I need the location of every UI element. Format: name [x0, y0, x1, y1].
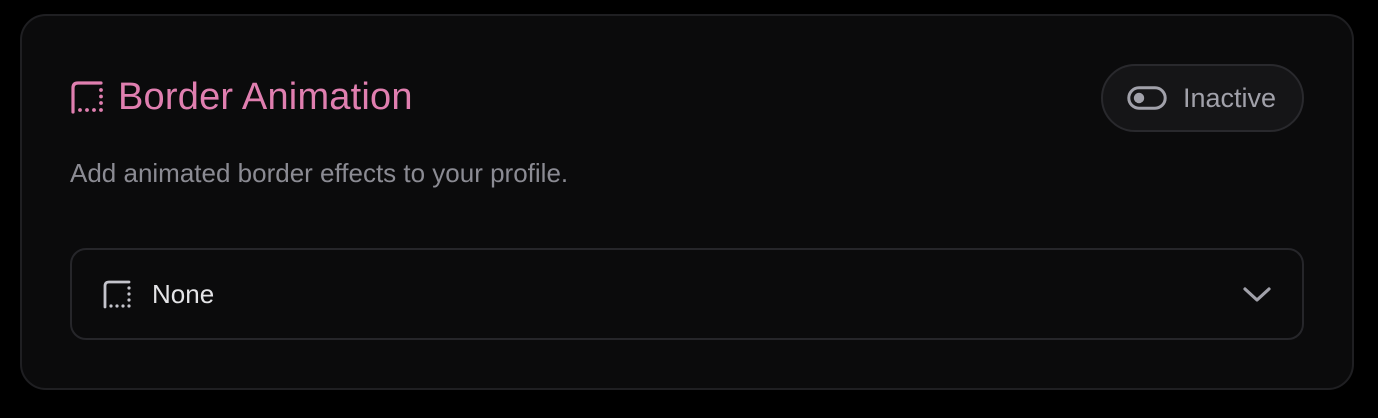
chevron-down-icon	[1242, 279, 1272, 309]
select-value: None	[152, 279, 215, 309]
card-description: Add animated border effects to your prof…	[70, 158, 569, 188]
border-dotted-icon	[102, 279, 132, 309]
toggle-off-icon	[1127, 86, 1167, 110]
card-header: Border Animation	[70, 78, 413, 116]
card-title: Border Animation	[118, 76, 413, 118]
border-animation-select[interactable]: None	[70, 248, 1304, 340]
active-toggle-button[interactable]: Inactive	[1100, 64, 1304, 132]
border-animation-card: Border Animation Inactive Add animated b…	[20, 14, 1354, 390]
border-dotted-icon	[70, 80, 104, 114]
toggle-label: Inactive	[1182, 82, 1276, 113]
